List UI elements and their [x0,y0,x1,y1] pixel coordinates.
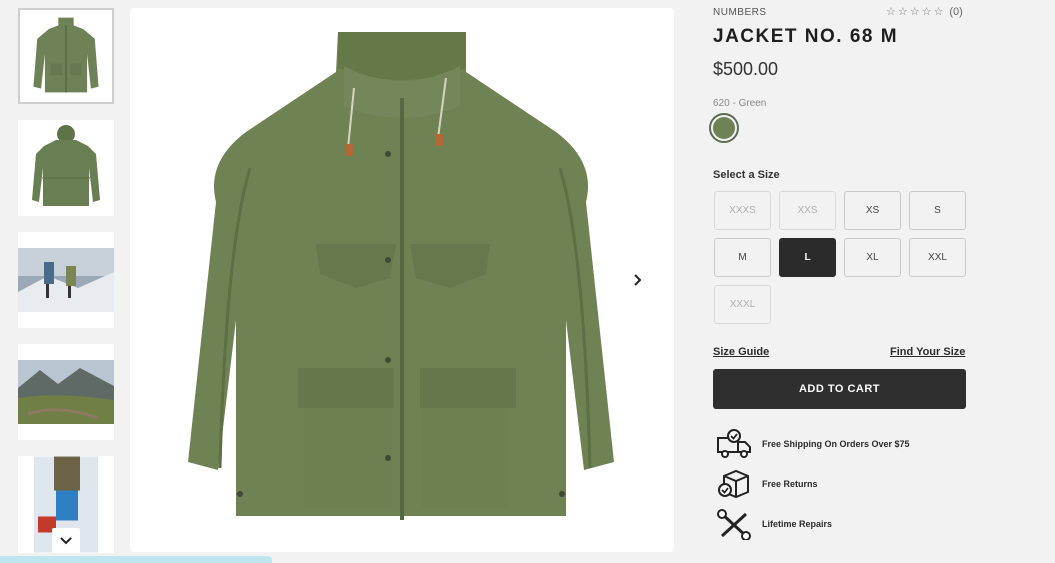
benefit-returns-text: Free Returns [762,479,818,489]
star-icon: ☆ [921,5,932,18]
mountain-landscape-image [18,344,114,440]
size-option-xxxl[interactable]: XXXL [714,285,771,324]
chevron-right-icon [634,274,642,286]
rating-count: (0) [949,6,963,18]
benefit-shipping-text: Free Shipping On Orders Over $75 [762,439,910,449]
benefit-repairs: Lifetime Repairs [716,508,832,540]
delivery-truck-icon [717,429,751,458]
color-swatch-green[interactable] [709,113,739,143]
benefit-shipping: Free Shipping On Orders Over $75 [716,428,910,460]
star-icon: ☆ [909,5,920,18]
size-option-s[interactable]: S [909,191,966,230]
thumbnail-jacket-back[interactable] [18,120,114,216]
thumbnail-mountain-landscape[interactable] [18,344,114,440]
jacket-main-image [188,32,614,520]
size-guide-link[interactable]: Size Guide [713,346,769,358]
return-box-icon [718,469,749,499]
add-to-cart-button[interactable]: ADD TO CART [713,369,966,409]
size-selector: XXXS XXS XS S M L XL XXL XXXL [714,191,967,324]
bottom-progress-bar [0,556,272,563]
star-icon: ☆ [933,5,944,18]
size-option-xxl[interactable]: XXL [909,238,966,277]
jacket-back-image [18,120,114,216]
size-label: Select a Size [713,169,780,181]
size-option-xxs[interactable]: XXS [779,191,836,230]
size-option-xl[interactable]: XL [844,238,901,277]
repair-tools-icon [717,509,751,540]
benefit-returns: Free Returns [716,468,818,500]
benefit-repairs-text: Lifetime Repairs [762,519,833,529]
star-icon: ☆ [897,5,908,18]
jacket-front-image [20,10,112,102]
size-option-l[interactable]: L [779,238,836,277]
star-icon: ☆ [886,5,896,18]
thumbnail-gallery [18,8,114,553]
thumbnail-jacket-front[interactable] [18,8,114,104]
size-option-xs[interactable]: XS [844,191,901,230]
thumbnail-hikers-snow[interactable] [18,232,114,328]
size-option-m[interactable]: M [714,238,771,277]
product-price: $500.00 [713,59,779,79]
chevron-down-icon [60,536,72,544]
thumbnail-scroll-down-button[interactable] [52,528,80,553]
product-title: JACKET NO. 68 M [713,26,899,47]
size-option-xxxs[interactable]: XXXS [714,191,771,230]
main-product-image [130,8,674,552]
color-swatch-fill [713,117,735,139]
color-label: 620 - Green [713,98,767,109]
rating[interactable]: ☆ ☆ ☆ ☆ ☆ (0) [886,6,963,18]
find-your-size-link[interactable]: Find Your Size [890,346,965,358]
hikers-snow-image [18,232,114,328]
brand-name[interactable]: NUMBERS [713,7,767,18]
next-image-button[interactable] [626,268,650,292]
